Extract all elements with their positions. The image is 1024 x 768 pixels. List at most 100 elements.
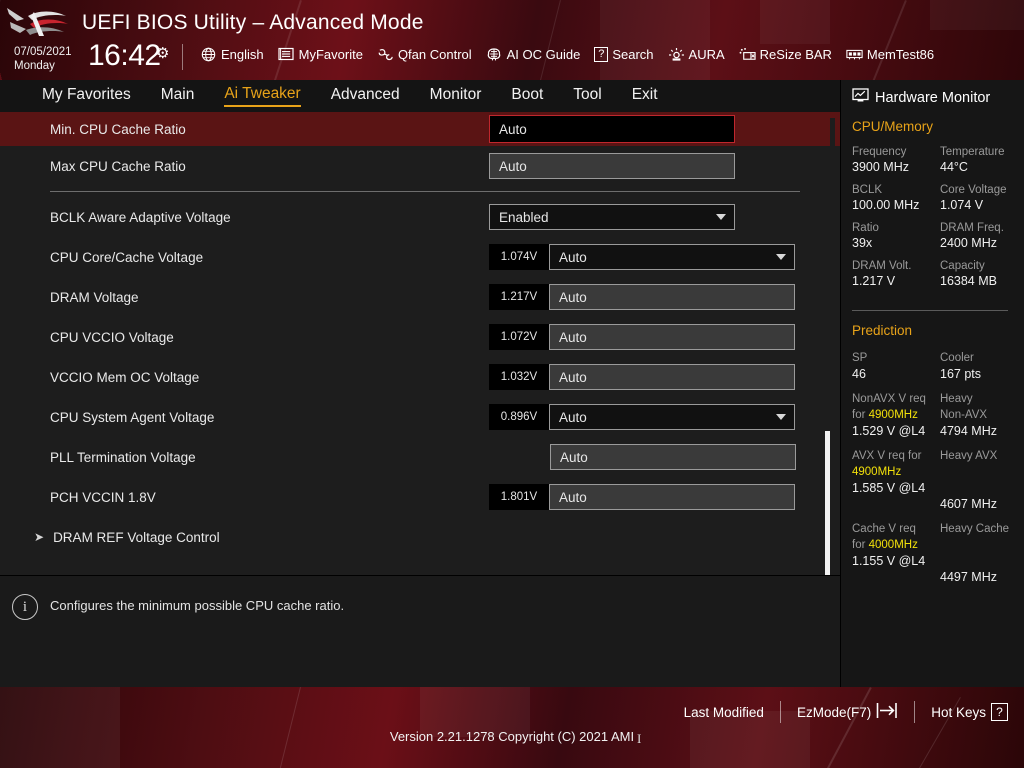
prediction-right-value: 4794 MHz [940,424,997,438]
setting-row-min-cpu-cache-ratio[interactable]: Min. CPU Cache Ratio Auto [0,112,840,146]
hwm-label: Frequency [852,146,907,158]
tab-tool[interactable]: Tool [573,86,601,106]
setting-control: Auto [489,153,735,179]
hwm-value: 39x [852,236,873,250]
setting-input[interactable]: Auto [549,364,795,390]
toolbar-label: MemTest86 [866,46,935,62]
submenu-dram-ref-voltage-control[interactable]: ➤ DRAM REF Voltage Control [0,517,840,557]
prediction-value: 1.529 V @L4 [852,424,926,438]
setting-control: Auto [489,444,796,470]
header-toolbar: English MyFavorite Qfan Control AI OC Gu… [200,46,934,62]
footer-divider [914,701,916,723]
brain-icon [486,46,503,62]
hardware-monitor-title-text: Hardware Monitor [875,89,991,106]
footer-actions: Last Modified EzMode(F7) Hot Keys ? [684,701,1008,723]
toolbar-item-search[interactable]: ? Search [594,46,654,62]
setting-label: VCCIO Mem OC Voltage [50,369,200,385]
setting-row-pll-termination-voltage[interactable]: PLL Termination Voltage Auto [0,437,840,477]
setting-control: Auto [489,115,735,143]
hwm-cpu-memory-grid: Frequency Temperature 3900 MHz 44°C BCLK… [852,146,1024,296]
setting-label: Min. CPU Cache Ratio [50,121,186,137]
list-icon [278,46,295,62]
toolbar-item-myfavorite[interactable]: MyFavorite [278,46,363,62]
setting-dropdown[interactable]: Enabled [489,204,735,230]
setting-input[interactable]: Auto [549,324,795,350]
setting-row-cpu-system-agent-voltage[interactable]: CPU System Agent Voltage 0.896V Auto [0,397,840,437]
setting-control: 1.074V Auto [489,244,795,270]
setting-row-max-cpu-cache-ratio[interactable]: Max CPU Cache Ratio Auto [0,146,840,186]
voltage-readout: 0.896V [489,404,549,430]
prediction-right-label: Heavy AVX [940,450,998,462]
chevron-down-icon [776,254,786,260]
gear-icon[interactable]: ⚙ [156,44,169,62]
tab-exit[interactable]: Exit [632,86,658,106]
voltage-readout: 1.072V [489,324,549,350]
toolbar-item-resize-bar[interactable]: ReSize BAR [739,46,832,62]
toolbar-item-aura[interactable]: AURA [668,46,725,62]
prediction-right-label: Heavy Cache [940,523,1010,535]
globe-icon [200,46,217,62]
hwm-value: 16384 MB [940,274,997,288]
setting-label: CPU VCCIO Voltage [50,329,174,345]
setting-dropdown[interactable]: Auto [549,244,795,270]
setting-row-cpu-vccio-voltage[interactable]: CPU VCCIO Voltage 1.072V Auto [0,317,840,357]
tab-main[interactable]: Main [161,86,195,106]
toolbar-label: ReSize BAR [759,46,832,62]
setting-row-dram-voltage[interactable]: DRAM Voltage 1.217V Auto [0,277,840,317]
tab-ai-tweaker[interactable]: Ai Tweaker [224,85,301,107]
hwm-label: Core Voltage [940,184,1007,196]
setting-row-pch-vccin-1-8v[interactable]: PCH VCCIN 1.8V 1.801V Auto [0,477,840,517]
hwm-section-prediction: Prediction [852,323,913,338]
setting-label: CPU System Agent Voltage [50,409,215,425]
settings-scrollbar-track[interactable] [825,118,835,577]
tab-advanced[interactable]: Advanced [331,86,400,106]
date-value: 07/05/2021 [14,46,72,58]
setting-control: 0.896V Auto [489,404,795,430]
last-modified-button[interactable]: Last Modified [684,705,764,720]
prediction-label-line2: for 4000MHz [852,539,918,551]
setting-label: CPU Core/Cache Voltage [50,249,204,265]
toolbar-item-memtest86[interactable]: MemTest86 [846,46,934,62]
setting-input[interactable]: Auto [489,115,735,143]
nav-tabs: My Favorites Main Ai Tweaker Advanced Mo… [0,80,840,112]
setting-row-cpu-core-cache-voltage[interactable]: CPU Core/Cache Voltage 1.074V Auto [0,237,840,277]
tab-boot[interactable]: Boot [511,86,543,106]
setting-control: 1.072V Auto [489,324,795,350]
setting-input[interactable]: Auto [549,284,795,310]
system-date: 07/05/2021 Monday [14,45,72,73]
toolbar-item-qfan-control[interactable]: Qfan Control [377,46,472,62]
tab-my-favorites[interactable]: My Favorites [42,86,131,106]
hwm-value: 1.074 V [940,198,984,212]
ezmode-button[interactable]: EzMode(F7) [797,702,898,722]
setting-input[interactable]: Auto [550,444,796,470]
toolbar-item-ai-oc-guide[interactable]: AI OC Guide [486,46,580,62]
hot-keys-label: Hot Keys [931,704,986,720]
dropdown-value: Enabled [499,209,549,225]
voltage-readout: 1.074V [489,244,549,270]
settings-scrollbar-thumb[interactable] [825,431,830,577]
setting-control: 1.032V Auto [489,364,795,390]
toolbar-item-english[interactable]: English [200,46,264,62]
hwm-value: 44°C [940,160,968,174]
hwm-label: Temperature [940,146,1005,158]
hot-keys-button[interactable]: Hot Keys ? [931,703,1008,721]
hwm-section-cpu-memory: CPU/Memory [852,119,934,134]
hwm-value: 100.00 MHz [852,198,920,212]
tab-monitor[interactable]: Monitor [430,86,482,106]
setting-label: BCLK Aware Adaptive Voltage [50,209,231,225]
voltage-readout: 1.032V [489,364,549,390]
memory-icon [846,46,863,62]
prediction-right-line1: Heavy [940,393,973,405]
setting-dropdown[interactable]: Auto [549,404,795,430]
setting-input[interactable]: Auto [549,484,795,510]
hwm-label: Capacity [940,260,985,272]
hwm-value: 1.217 V [852,274,896,288]
prediction-label: Cache V req for 4000MHz [852,521,940,553]
question-box-icon: ? [991,703,1008,721]
prediction-label-line1: NonAVX V req [852,393,926,405]
setting-input[interactable]: Auto [489,153,735,179]
setting-row-bclk-aware-adaptive-voltage[interactable]: BCLK Aware Adaptive Voltage Enabled [0,197,840,237]
prediction-freq-highlight: 4900MHz [852,466,902,478]
header-divider [182,44,183,70]
setting-row-vccio-mem-oc-voltage[interactable]: VCCIO Mem OC Voltage 1.032V Auto [0,357,840,397]
